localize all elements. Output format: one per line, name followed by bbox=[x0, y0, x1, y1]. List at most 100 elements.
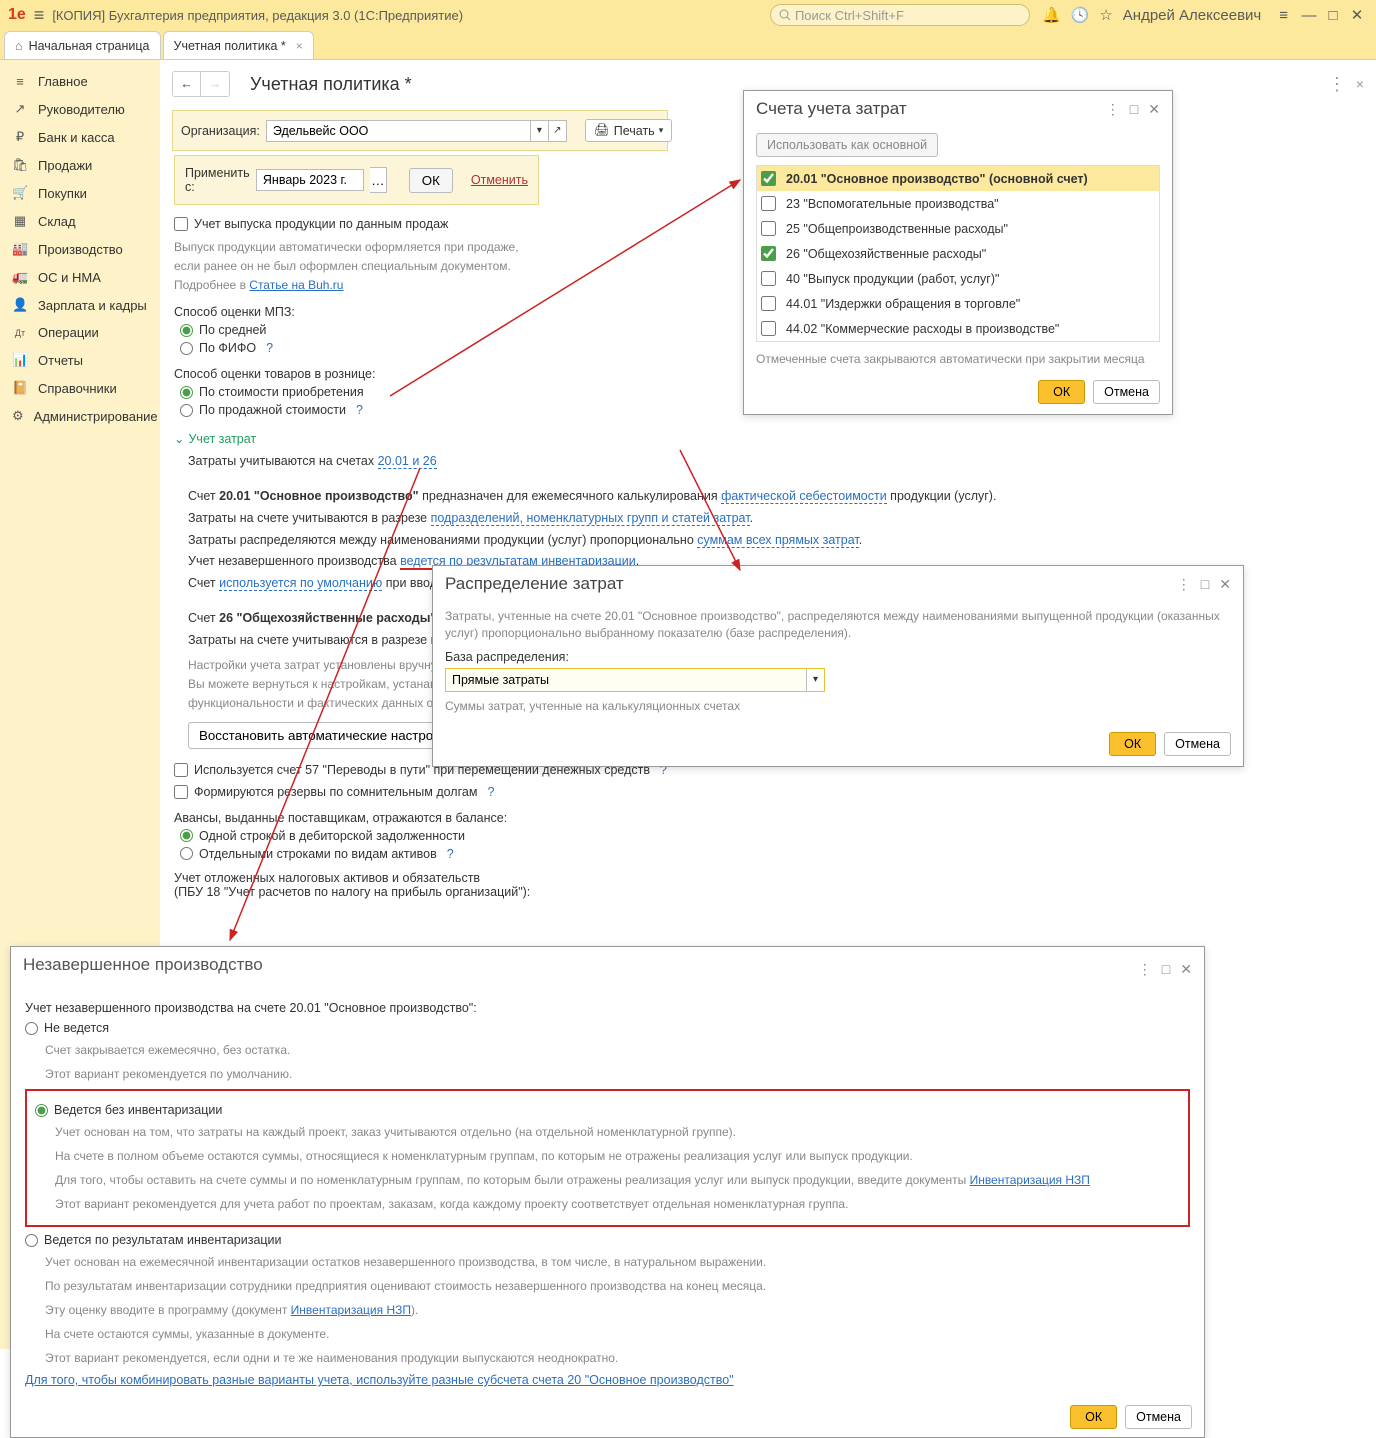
nav-back-button[interactable]: ← bbox=[173, 72, 201, 96]
nzp-ok-button[interactable]: ОК bbox=[1070, 1405, 1117, 1429]
dist-cancel-button[interactable]: Отмена bbox=[1164, 732, 1231, 756]
dist-max-button[interactable]: □ bbox=[1201, 576, 1209, 593]
search-input[interactable]: Поиск Ctrl+Shift+F bbox=[770, 4, 1030, 26]
maximize-button[interactable]: □ bbox=[1322, 6, 1344, 24]
nzp-radio-inv[interactable] bbox=[25, 1234, 38, 1247]
tab-home[interactable]: ⌂ Начальная страница bbox=[4, 31, 161, 59]
chk-output[interactable] bbox=[174, 217, 188, 231]
org-input[interactable] bbox=[266, 120, 531, 142]
clock-icon[interactable]: 🕓 bbox=[1071, 6, 1090, 24]
search-icon bbox=[779, 9, 791, 21]
nzp-inv-doc-link2[interactable]: Инвентаризация НЗП bbox=[291, 1303, 411, 1317]
sidebar-item-warehouse[interactable]: ▦Склад bbox=[0, 207, 160, 235]
help-retail[interactable]: ? bbox=[356, 403, 363, 417]
nzp-close-button[interactable]: ✕ bbox=[1180, 961, 1192, 978]
nzp-inv-doc-link[interactable]: Инвентаризация НЗП bbox=[970, 1173, 1090, 1187]
nzp-more-button[interactable]: ⋮ bbox=[1138, 961, 1152, 978]
advances-label: Авансы, выданные поставщикам, отражаются… bbox=[174, 811, 1364, 825]
nav-fwd-button[interactable]: → bbox=[201, 72, 229, 96]
acc-row-23[interactable]: 23 "Вспомогательные производства" bbox=[757, 191, 1159, 216]
nzp-bottom-hint[interactable]: Для того, чтобы комбинировать разные вар… bbox=[25, 1373, 1190, 1387]
apply-ok-button[interactable]: ОК bbox=[409, 168, 453, 193]
direct-costs-link[interactable]: суммам всех прямых затрат bbox=[697, 533, 858, 548]
date-picker-button[interactable]: … bbox=[370, 167, 387, 193]
dist-ok-button[interactable]: ОК bbox=[1109, 732, 1156, 756]
sidebar-item-reports[interactable]: 📊Отчеты bbox=[0, 346, 160, 374]
apply-date-input[interactable] bbox=[256, 169, 364, 191]
accounts-link[interactable]: 20.01 и 26 bbox=[378, 454, 437, 469]
popup-more-button[interactable]: ⋮ bbox=[1106, 101, 1120, 118]
sidebar-item-admin[interactable]: ⚙Администрирование bbox=[0, 402, 160, 430]
help-reserves[interactable]: ? bbox=[487, 785, 494, 799]
radio-mpz-avg[interactable] bbox=[180, 324, 193, 337]
close-button[interactable]: ✕ bbox=[1346, 6, 1368, 24]
nzp-max-button[interactable]: □ bbox=[1162, 961, 1170, 978]
base-input[interactable] bbox=[446, 669, 806, 691]
chk-reserves[interactable] bbox=[174, 785, 188, 799]
sidebar-item-purchases[interactable]: 🛒Покупки bbox=[0, 179, 160, 207]
sidebar-item-production[interactable]: 🏭Производство bbox=[0, 235, 160, 263]
nzp-radio-none[interactable] bbox=[25, 1022, 38, 1035]
accounts-cancel-button[interactable]: Отмена bbox=[1093, 380, 1160, 404]
sidebar-item-sales[interactable]: 🛍Продажи bbox=[0, 151, 160, 179]
help-fifo[interactable]: ? bbox=[266, 341, 273, 355]
bell-icon[interactable]: 🔔 bbox=[1042, 6, 1061, 24]
acc-row-40[interactable]: 40 "Выпуск продукции (работ, услуг)" bbox=[757, 266, 1159, 291]
org-open-button[interactable]: ↗ bbox=[549, 120, 567, 142]
radio-adv-single[interactable] bbox=[180, 829, 193, 842]
star-icon[interactable]: ☆ bbox=[1099, 6, 1112, 24]
base-select[interactable]: ▾ bbox=[445, 668, 825, 692]
acc-row-4401[interactable]: 44.01 "Издержки обращения в торговле" bbox=[757, 291, 1159, 316]
restore-auto-button[interactable]: Восстановить автоматические настройки bbox=[188, 722, 465, 749]
acc-row-2001[interactable]: 20.01 "Основное производство" (основной … bbox=[757, 166, 1159, 191]
radio-adv-multi[interactable] bbox=[180, 847, 193, 860]
truck-icon: 🚛 bbox=[12, 269, 28, 285]
sidebar-item-bank[interactable]: ₽Банк и касса bbox=[0, 123, 160, 151]
sidebar-item-manager[interactable]: ↗Руководителю bbox=[0, 95, 160, 123]
acc-row-4402[interactable]: 44.02 "Коммерческие расходы в производст… bbox=[757, 316, 1159, 341]
dist-close-button[interactable]: ✕ bbox=[1219, 576, 1231, 593]
org-dropdown-button[interactable]: ▾ bbox=[531, 120, 549, 142]
apply-cancel-link[interactable]: Отменить bbox=[471, 173, 528, 187]
acc-row-26[interactable]: 26 "Общехозяйственные расходы" bbox=[757, 241, 1159, 266]
base-dropdown-button[interactable]: ▾ bbox=[806, 669, 824, 691]
sidebar-item-assets[interactable]: 🚛ОС и НМА bbox=[0, 263, 160, 291]
cost-actual-link[interactable]: фактической себестоимости bbox=[721, 489, 887, 504]
popup-max-button[interactable]: □ bbox=[1130, 101, 1138, 118]
nzp-radio-noinv[interactable] bbox=[35, 1104, 48, 1117]
radio-retail-cost[interactable] bbox=[180, 386, 193, 399]
radio-retail-sale[interactable] bbox=[180, 404, 193, 417]
minimize-button[interactable]: — bbox=[1298, 6, 1320, 24]
sidebar-item-main[interactable]: ≡Главное bbox=[0, 68, 160, 95]
nzp-subtitle: Учет незавершенного производства на счет… bbox=[25, 1001, 1190, 1015]
chk-57[interactable] bbox=[174, 763, 188, 777]
sidebar-item-ops[interactable]: ДтОперации bbox=[0, 319, 160, 346]
more-button[interactable]: ⋮ bbox=[1328, 74, 1346, 95]
tab-active[interactable]: Учетная политика * × bbox=[163, 31, 314, 59]
home-icon: ⌂ bbox=[15, 39, 23, 53]
accounts-popup: Счета учета затрат ⋮ □ ✕ Использовать ка… bbox=[743, 90, 1173, 415]
sidebar-item-payroll[interactable]: 👤Зарплата и кадры bbox=[0, 291, 160, 319]
radio-mpz-fifo[interactable] bbox=[180, 342, 193, 355]
use-default-button[interactable]: Использовать как основной bbox=[756, 133, 938, 157]
print-button[interactable]: 🖨 Печать ▾ bbox=[585, 119, 672, 142]
dock-icon[interactable]: ≡ bbox=[1279, 7, 1288, 24]
user-name[interactable]: Андрей Алексеевич bbox=[1123, 7, 1261, 24]
acc-row-25[interactable]: 25 "Общепроизводственные расходы" bbox=[757, 216, 1159, 241]
subdiv-link[interactable]: подразделений, номенклатурных групп и ст… bbox=[431, 511, 750, 526]
help-adv[interactable]: ? bbox=[447, 847, 454, 861]
deferred-l1: Учет отложенных налоговых активов и обяз… bbox=[174, 871, 1364, 885]
dist-more-button[interactable]: ⋮ bbox=[1177, 576, 1191, 593]
tab-close-icon[interactable]: × bbox=[296, 39, 303, 53]
nzp-popup-title: Незавершенное производство bbox=[23, 955, 1138, 975]
chevron-down-icon: ⌄ bbox=[174, 431, 184, 446]
accounts-ok-button[interactable]: ОК bbox=[1038, 380, 1085, 404]
hamburger-icon[interactable]: ≡ bbox=[34, 5, 45, 26]
costs-header[interactable]: ⌄ Учет затрат bbox=[174, 431, 1364, 446]
close-page-button[interactable]: × bbox=[1356, 76, 1364, 92]
popup-close-button[interactable]: ✕ bbox=[1148, 101, 1160, 118]
buh-article-link[interactable]: Статье на Buh.ru bbox=[249, 278, 343, 292]
nzp-cancel-button[interactable]: Отмена bbox=[1125, 1405, 1192, 1429]
default-acc-link[interactable]: используется по умолчанию bbox=[219, 576, 382, 591]
sidebar-item-refs[interactable]: 📔Справочники bbox=[0, 374, 160, 402]
